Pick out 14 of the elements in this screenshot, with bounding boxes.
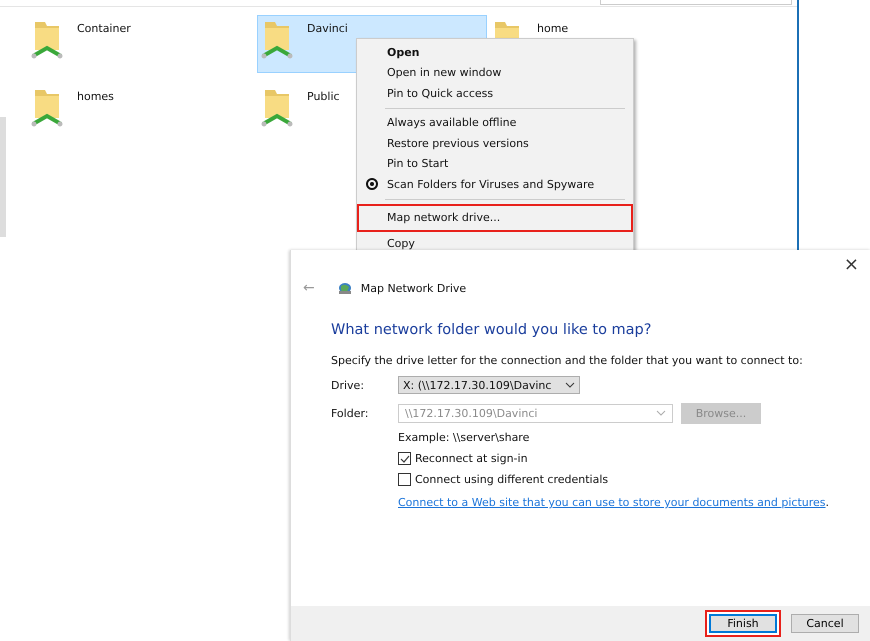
dialog-heading: What network folder would you like to map? (331, 322, 652, 338)
dialog-title: Map Network Drive (360, 282, 466, 294)
folder-label: Folder: (331, 406, 370, 420)
checkbox-label: Reconnect at sign-in (415, 452, 528, 465)
checkbox-label: Connect using different credentials (415, 473, 608, 486)
example-text: Example: \\server\share (398, 431, 530, 444)
link-period: . (826, 496, 830, 509)
description-text: Specify the drive letter for the connection and the folder that you want to connect to: (331, 354, 804, 367)
folder-name: homes (77, 89, 114, 103)
folder-name: Container (77, 21, 131, 35)
folder-name: Davinci (307, 21, 348, 35)
folder-name: Public (307, 89, 340, 103)
folder-name: home (537, 21, 568, 35)
drive-label: Drive: (331, 378, 366, 392)
